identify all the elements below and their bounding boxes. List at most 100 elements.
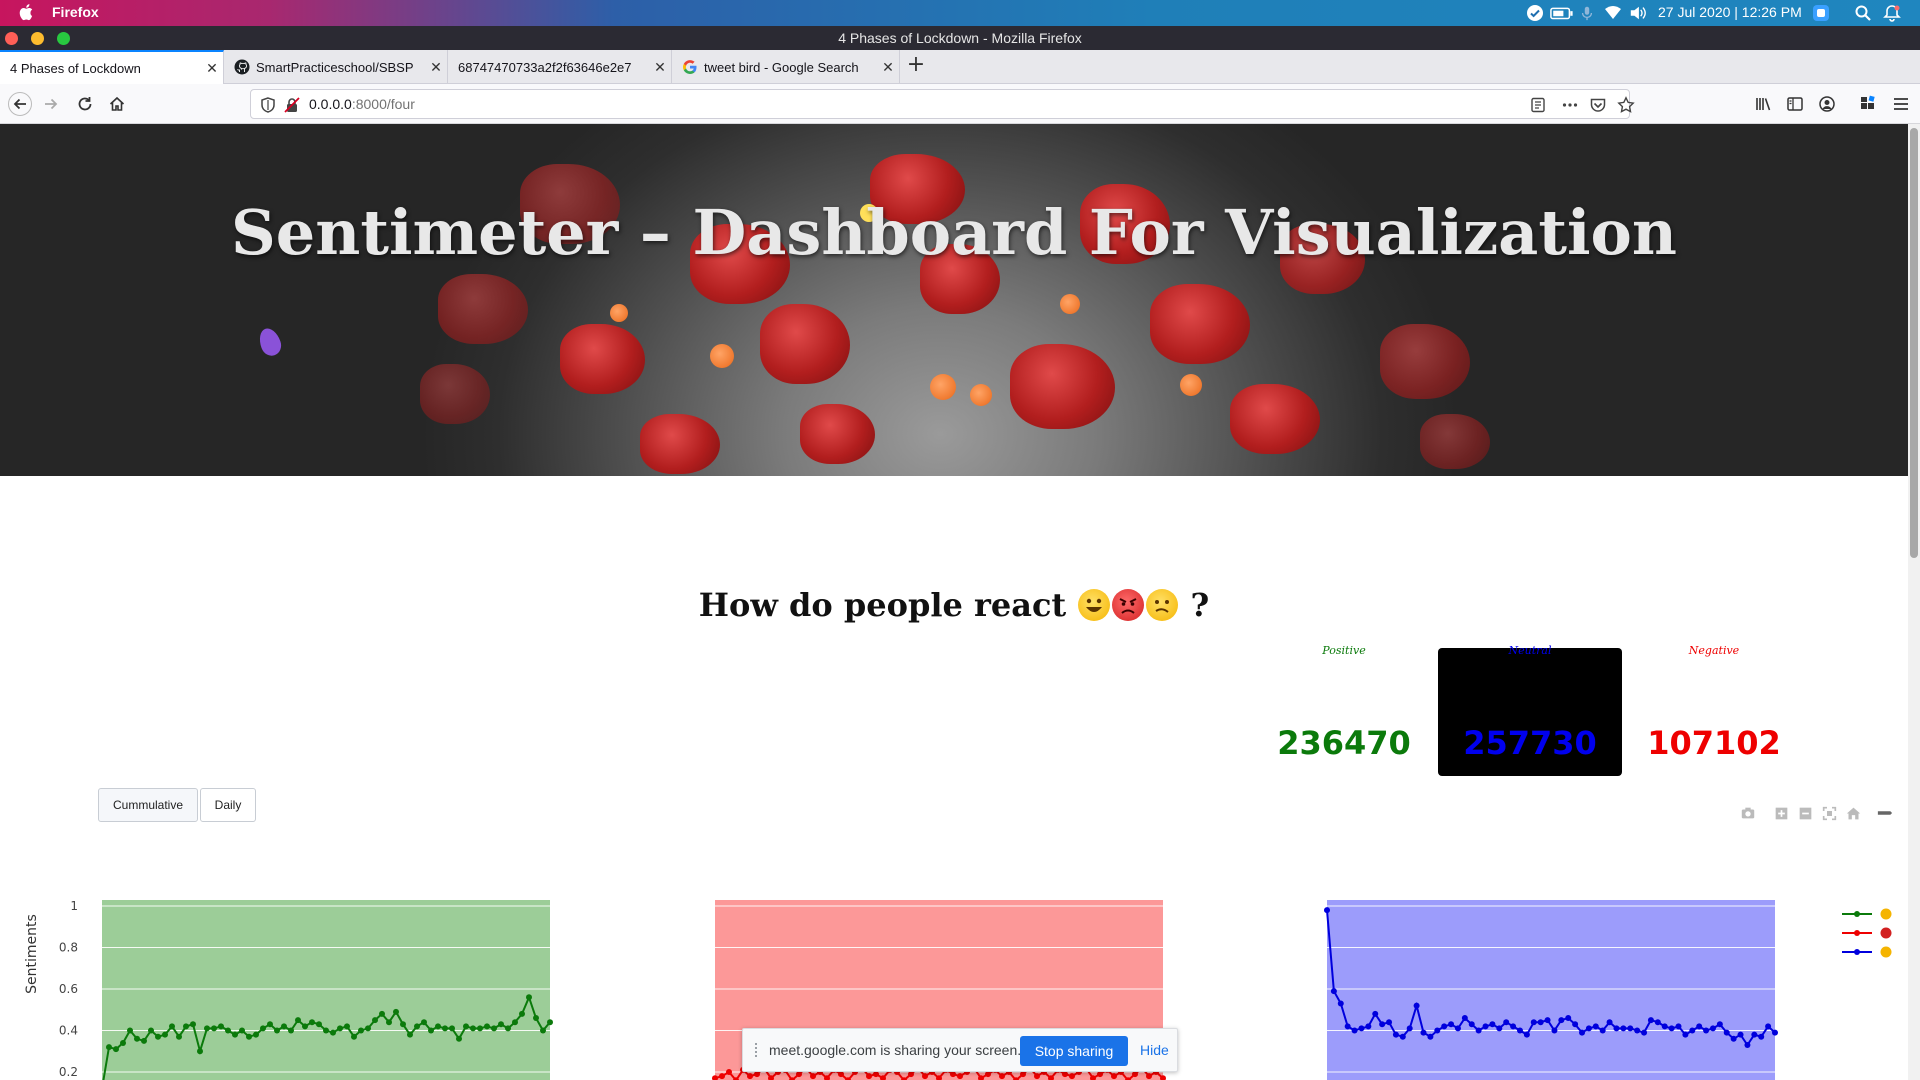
system-clock[interactable]: 27 Jul 2020 | 12:26 PM bbox=[1658, 4, 1802, 20]
data-point[interactable] bbox=[1146, 1073, 1152, 1080]
data-point[interactable] bbox=[302, 1023, 308, 1030]
data-point[interactable] bbox=[1647, 1017, 1654, 1024]
data-point[interactable] bbox=[1399, 1033, 1406, 1040]
data-point[interactable] bbox=[1111, 1073, 1117, 1080]
data-point[interactable] bbox=[246, 1033, 252, 1040]
data-point[interactable] bbox=[1392, 1031, 1399, 1038]
data-point[interactable] bbox=[1585, 1025, 1592, 1032]
data-point[interactable] bbox=[218, 1023, 224, 1030]
data-point[interactable] bbox=[225, 1027, 231, 1034]
data-point[interactable] bbox=[232, 1031, 238, 1038]
data-point[interactable] bbox=[106, 1044, 112, 1051]
data-point[interactable] bbox=[1613, 1025, 1620, 1032]
back-button[interactable] bbox=[8, 92, 32, 116]
drag-handle[interactable] bbox=[755, 1043, 761, 1057]
data-point[interactable] bbox=[1696, 1023, 1703, 1030]
data-point[interactable] bbox=[866, 1073, 872, 1080]
data-point[interactable] bbox=[533, 1015, 539, 1022]
tab-github-smartpracticeschool[interactable]: SmartPracticeschool/SBSP ✕ bbox=[224, 50, 448, 84]
data-point[interactable] bbox=[1661, 1023, 1668, 1030]
data-point[interactable] bbox=[1730, 1035, 1737, 1042]
check-circle-icon[interactable] bbox=[1525, 3, 1545, 23]
data-point[interactable] bbox=[113, 1046, 119, 1053]
close-tab-icon[interactable]: ✕ bbox=[649, 59, 671, 76]
hamburger-menu-icon[interactable] bbox=[1890, 93, 1912, 115]
data-point[interactable] bbox=[1641, 1029, 1648, 1036]
data-point[interactable] bbox=[295, 1017, 301, 1024]
data-point[interactable] bbox=[1675, 1023, 1682, 1030]
tab-4-phases-of-lockdown[interactable]: 4 Phases of Lockdown ✕ bbox=[0, 50, 224, 84]
data-point[interactable] bbox=[1324, 907, 1330, 914]
daily-button[interactable]: Daily bbox=[200, 788, 256, 822]
close-tab-icon[interactable]: ✕ bbox=[877, 59, 899, 76]
data-point[interactable] bbox=[1668, 1025, 1675, 1032]
reset-axes-home-icon[interactable] bbox=[1844, 804, 1862, 822]
cumulative-button[interactable]: Cummulative bbox=[98, 788, 198, 822]
data-point[interactable] bbox=[309, 1019, 315, 1026]
data-point[interactable] bbox=[491, 1025, 497, 1032]
close-tab-icon[interactable]: ✕ bbox=[425, 59, 447, 76]
data-point[interactable] bbox=[957, 1073, 963, 1080]
data-point[interactable] bbox=[176, 1033, 182, 1040]
data-point[interactable] bbox=[1454, 1025, 1461, 1032]
stop-sharing-button[interactable]: Stop sharing bbox=[1020, 1036, 1128, 1066]
data-point[interactable] bbox=[1434, 1027, 1441, 1034]
url-bar[interactable]: 0.0.0.0:8000/four bbox=[250, 89, 1635, 119]
hide-button[interactable]: Hide bbox=[1140, 1042, 1169, 1058]
data-point[interactable] bbox=[414, 1023, 420, 1030]
data-point[interactable] bbox=[1069, 1073, 1075, 1080]
legend-item[interactable] bbox=[1842, 927, 1892, 939]
zoom-in-icon[interactable] bbox=[1772, 804, 1790, 822]
data-point[interactable] bbox=[211, 1025, 217, 1032]
data-point[interactable] bbox=[1530, 1019, 1537, 1026]
data-point[interactable] bbox=[365, 1025, 371, 1032]
data-point[interactable] bbox=[1627, 1025, 1634, 1032]
data-point[interactable] bbox=[463, 1023, 469, 1030]
data-point[interactable] bbox=[316, 1021, 322, 1028]
data-point[interactable] bbox=[239, 1027, 245, 1034]
close-tab-icon[interactable]: ✕ bbox=[201, 60, 223, 77]
data-point[interactable] bbox=[260, 1025, 266, 1032]
legend-item[interactable] bbox=[1842, 908, 1892, 920]
data-point[interactable] bbox=[372, 1017, 378, 1024]
data-point[interactable] bbox=[1765, 1023, 1772, 1030]
plotly-logo-icon[interactable] bbox=[1876, 804, 1894, 822]
data-point[interactable] bbox=[435, 1023, 441, 1030]
bookmark-star-icon[interactable] bbox=[1615, 94, 1637, 116]
data-point[interactable] bbox=[1523, 1031, 1530, 1038]
data-point[interactable] bbox=[1503, 1019, 1510, 1026]
insecure-lock-icon[interactable] bbox=[281, 94, 303, 116]
data-point[interactable] bbox=[1537, 1019, 1544, 1026]
shield-icon[interactable] bbox=[257, 94, 279, 116]
wifi-icon[interactable] bbox=[1604, 3, 1622, 23]
data-point[interactable] bbox=[456, 1035, 462, 1042]
data-point[interactable] bbox=[1344, 1023, 1351, 1030]
data-point[interactable] bbox=[1496, 1025, 1503, 1032]
data-point[interactable] bbox=[267, 1021, 273, 1028]
data-point[interactable] bbox=[1482, 1023, 1489, 1030]
legend-item[interactable] bbox=[1842, 946, 1892, 958]
data-point[interactable] bbox=[1758, 1033, 1765, 1040]
reload-button[interactable] bbox=[74, 93, 96, 115]
data-point[interactable] bbox=[1606, 1019, 1613, 1026]
data-point[interactable] bbox=[1365, 1023, 1372, 1030]
notification-app-icon[interactable] bbox=[1811, 3, 1831, 23]
data-point[interactable] bbox=[1682, 1031, 1689, 1038]
data-point[interactable] bbox=[547, 1019, 553, 1026]
data-point[interactable] bbox=[719, 1073, 725, 1080]
data-point[interactable] bbox=[1723, 1029, 1730, 1036]
data-point[interactable] bbox=[1709, 1025, 1716, 1032]
reader-view-icon[interactable] bbox=[1527, 94, 1549, 116]
data-point[interactable] bbox=[1427, 1033, 1434, 1040]
data-point[interactable] bbox=[1406, 1025, 1413, 1032]
data-point[interactable] bbox=[197, 1048, 203, 1055]
data-point[interactable] bbox=[477, 1025, 483, 1032]
data-point[interactable] bbox=[407, 1031, 413, 1038]
data-point[interactable] bbox=[148, 1027, 154, 1034]
data-point[interactable] bbox=[1579, 1029, 1586, 1036]
account-icon[interactable] bbox=[1816, 93, 1838, 115]
data-point[interactable] bbox=[1351, 1027, 1358, 1034]
data-point[interactable] bbox=[1475, 1027, 1482, 1034]
scrollbar-thumb[interactable] bbox=[1910, 128, 1918, 558]
data-point[interactable] bbox=[351, 1033, 357, 1040]
